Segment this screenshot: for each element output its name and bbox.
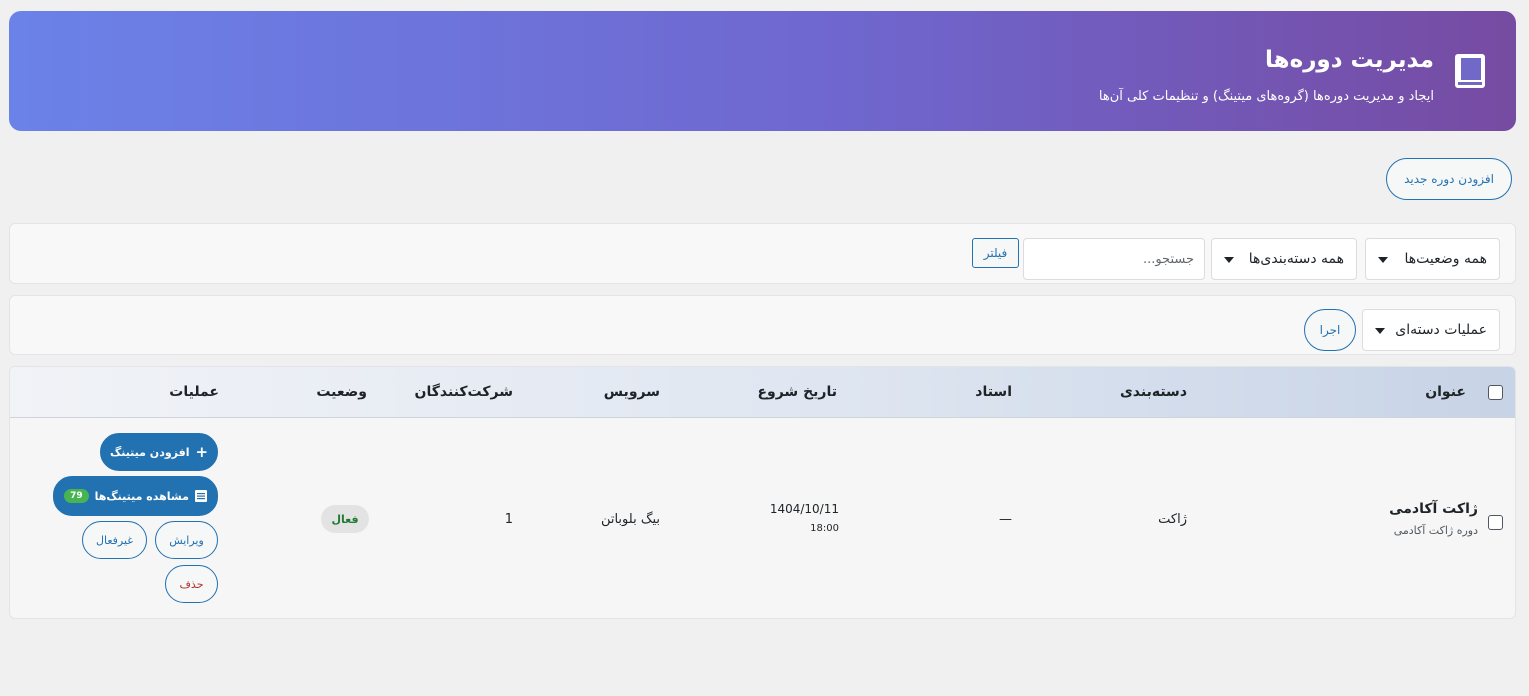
filter-button[interactable]: فیلتر <box>972 238 1019 268</box>
column-status: وضعیت <box>316 384 367 400</box>
search-input[interactable] <box>1023 238 1205 280</box>
status-filter-select[interactable]: همه وضعیت‌ها <box>1365 238 1500 280</box>
category-filter-value: همه دسته‌بندی‌ها <box>1248 251 1344 267</box>
chevron-down-icon <box>1378 257 1388 263</box>
chevron-down-icon <box>1375 328 1385 334</box>
add-meeting-button[interactable]: + افزودن میتینگ <box>100 433 218 471</box>
column-participants: شرکت‌کنندگان <box>414 384 513 400</box>
deactivate-button[interactable]: غیرفعال <box>82 521 147 559</box>
column-start-date: تاریخ شروع <box>757 384 837 400</box>
delete-button[interactable]: حذف <box>165 565 218 603</box>
bulk-actions-select[interactable]: عملیات دسته‌ای <box>1362 309 1500 351</box>
chevron-down-icon <box>1224 257 1234 263</box>
book-icon <box>1455 54 1485 88</box>
category-filter-select[interactable]: همه دسته‌بندی‌ها <box>1211 238 1357 280</box>
add-course-button[interactable]: افزودن دوره جدید <box>1386 158 1512 200</box>
bulk-actions-panel: عملیات دسته‌ای اجرا <box>9 295 1516 355</box>
page-subtitle: ایجاد و مدیریت دوره‌ها (گروه‌های میتینگ)… <box>1098 89 1434 104</box>
course-service: بیگ بلوباتن <box>600 512 660 527</box>
meetings-count-badge: 79 <box>64 489 89 503</box>
edit-button[interactable]: ویرایش <box>155 521 218 559</box>
column-title: عنوان <box>1425 384 1466 400</box>
add-meeting-label: افزودن میتینگ <box>109 445 190 459</box>
column-category: دسته‌بندی <box>1119 384 1187 400</box>
page-title: مدیریت دوره‌ها <box>1265 47 1434 73</box>
column-teacher: استاد <box>975 384 1012 400</box>
status-badge: فعال <box>321 505 369 533</box>
course-subtitle: دوره ژاکت آکادمی <box>1393 524 1478 537</box>
course-start-time: 18:00 <box>810 523 839 534</box>
row-checkbox[interactable] <box>1488 515 1503 530</box>
column-service: سرویس <box>603 384 660 400</box>
plus-icon: + <box>195 443 209 461</box>
page-header: مدیریت دوره‌ها ایجاد و مدیریت دوره‌ها (گ… <box>9 11 1516 131</box>
course-title: ژاکت آکادمی <box>1389 501 1478 517</box>
apply-bulk-button[interactable]: اجرا <box>1304 309 1356 351</box>
view-meetings-label: مشاهده میتینگ‌ها <box>94 489 189 503</box>
courses-table: عنوان دسته‌بندی استاد تاریخ شروع سرویس ش… <box>9 366 1516 619</box>
course-category: ژاکت <box>1158 512 1187 527</box>
filter-panel: همه وضعیت‌ها همه دسته‌بندی‌ها فیلتر <box>9 223 1516 284</box>
course-start-date: 1404/10/11 <box>769 502 839 516</box>
list-icon <box>194 490 207 502</box>
view-meetings-button[interactable]: مشاهده میتینگ‌ها 79 <box>53 476 218 516</box>
course-teacher: — <box>999 512 1012 527</box>
bulk-actions-value: عملیات دسته‌ای <box>1395 322 1487 338</box>
select-all-checkbox[interactable] <box>1488 385 1503 400</box>
status-filter-value: همه وضعیت‌ها <box>1404 251 1487 267</box>
table-header: عنوان دسته‌بندی استاد تاریخ شروع سرویس ش… <box>10 367 1515 418</box>
column-actions: عملیات <box>169 384 219 400</box>
course-participants: 1 <box>504 512 513 527</box>
